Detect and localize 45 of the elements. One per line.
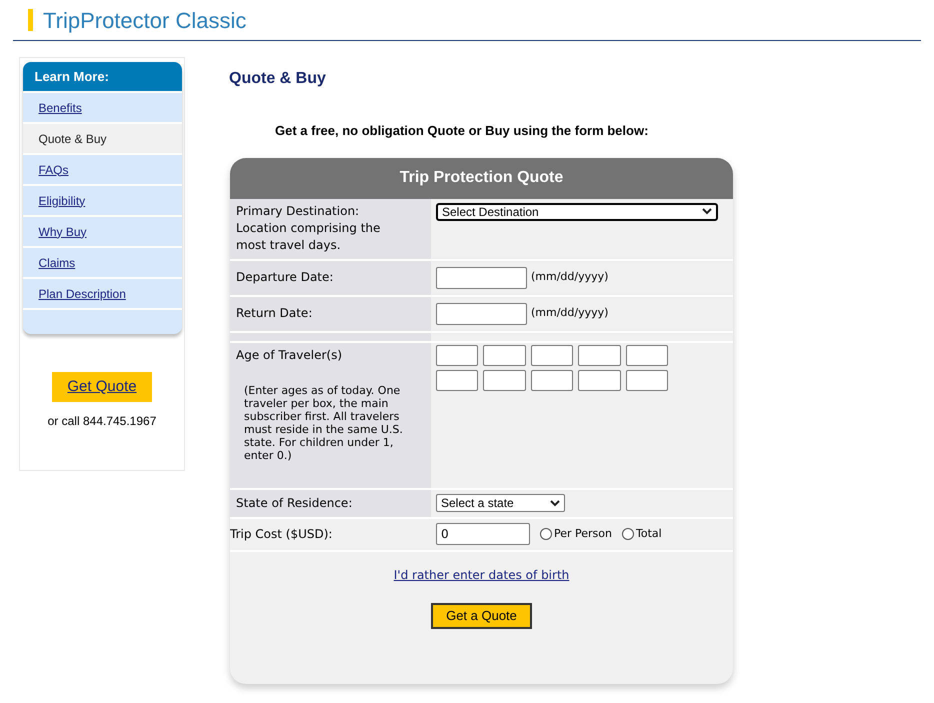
phone-text: or call 844.745.1967 <box>48 413 156 430</box>
date-hint: (mm/dd/yyyy) <box>531 269 608 286</box>
chevron-icon <box>550 500 560 506</box>
age-field[interactable] <box>578 344 621 366</box>
nav-link[interactable]: FAQs <box>22 153 182 184</box>
nav-link[interactable]: Plan Description <box>22 277 182 308</box>
age-field[interactable] <box>530 344 574 366</box>
field-label: Age of Traveler(s) <box>236 346 344 364</box>
age-field[interactable] <box>578 370 621 390</box>
get-quote-button[interactable]: Get Quote <box>52 372 152 402</box>
cost-field[interactable]: 0 <box>436 523 530 545</box>
field-label: Trip Cost ($USD): <box>230 526 332 542</box>
page-heading: Quote & Buy <box>229 69 327 89</box>
age-field[interactable] <box>483 370 526 390</box>
age-field[interactable] <box>626 370 668 390</box>
age-field[interactable] <box>626 344 668 366</box>
chevron-icon <box>702 208 712 215</box>
date-field[interactable] <box>436 266 527 288</box>
radio-option[interactable]: Total <box>622 526 662 542</box>
field-note: (Enter ages as of today. One traveler per box, the main subscriber first. All travelers must reside in the same U.S. state. For children under 1, enter 0.) <box>244 384 404 462</box>
age-field[interactable] <box>483 344 526 366</box>
nav-link[interactable]: Why Buy <box>22 215 182 246</box>
age-field[interactable] <box>436 370 478 390</box>
dropdown[interactable]: Select a state <box>436 494 565 512</box>
nav-link[interactable]: Eligibility <box>22 184 182 215</box>
nav-link[interactable]: Claims <box>22 246 182 277</box>
dob-link[interactable]: I'd rather enter dates of birth <box>394 566 570 584</box>
date-field[interactable] <box>436 302 527 324</box>
form-title: Trip Protection Quote <box>230 158 733 198</box>
date-hint: (mm/dd/yyyy) <box>531 305 608 322</box>
age-field[interactable] <box>530 370 574 390</box>
nav-link[interactable]: Benefits <box>22 91 182 122</box>
site-title: TripProtector Classic <box>43 6 246 35</box>
age-field[interactable] <box>436 344 478 366</box>
field-label: Departure Date: <box>236 269 334 286</box>
intro-text: Get a free, no obligation Quote or Buy using the form below: <box>275 122 650 140</box>
nav-heading: Learn More: <box>22 62 182 91</box>
dropdown[interactable]: Select Destination <box>436 202 718 220</box>
title-accent-bar <box>28 9 33 31</box>
field-label: Return Date: <box>236 305 312 322</box>
get-a-quote-button[interactable]: Get a Quote <box>431 602 532 628</box>
field-label: State of Residence: <box>236 494 352 512</box>
nav-link[interactable]: Quote & Buy <box>22 122 182 153</box>
radio-option[interactable]: Per Person <box>540 526 612 542</box>
field-label: Primary Destination: Location comprising the most travel days. <box>236 202 382 254</box>
